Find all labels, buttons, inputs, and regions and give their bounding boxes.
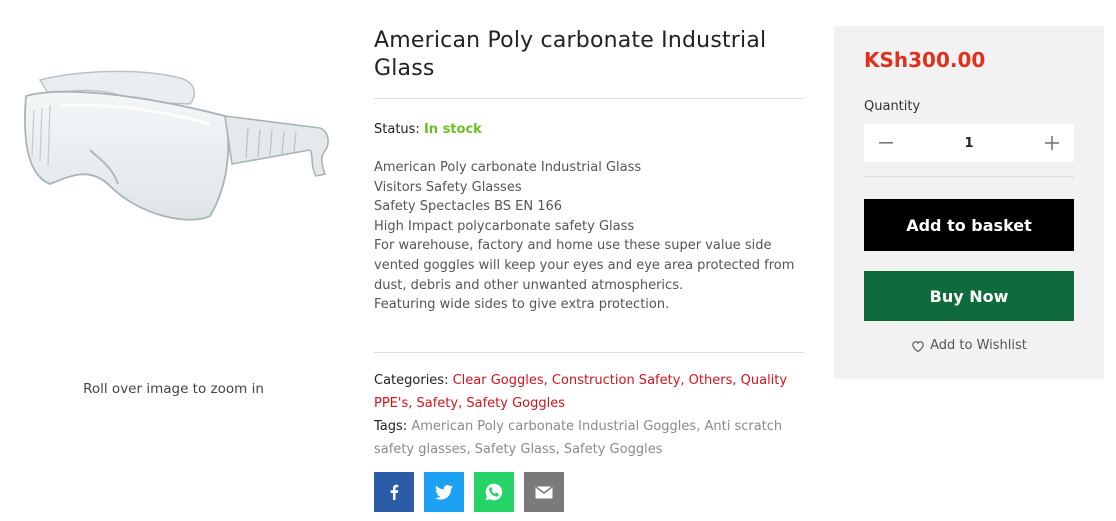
product-meta: Categories: Clear Goggles, Construction … bbox=[374, 369, 804, 461]
buybox-divider bbox=[864, 176, 1074, 177]
status-value: In stock bbox=[423, 122, 482, 137]
tag-link[interactable]: American Poly carbonate Industrial Goggl… bbox=[411, 419, 696, 434]
safety-glasses-image bbox=[24, 70, 329, 221]
share-buttons bbox=[374, 472, 564, 512]
stock-status: Status: In stock bbox=[374, 122, 482, 137]
share-whatsapp-button[interactable] bbox=[474, 472, 514, 512]
title-divider bbox=[374, 98, 804, 99]
buy-box: KSh300.00 Quantity 1 Add to basket Buy N… bbox=[834, 26, 1104, 379]
add-to-basket-button[interactable]: Add to basket bbox=[864, 199, 1074, 251]
plus-icon bbox=[1044, 136, 1059, 150]
quantity-increase-button[interactable] bbox=[1030, 124, 1074, 162]
category-link[interactable]: Clear Goggles bbox=[453, 373, 544, 388]
description-line: For warehouse, factory and home use thes… bbox=[374, 238, 795, 293]
categories-label: Categories: bbox=[374, 373, 449, 388]
email-icon bbox=[535, 485, 553, 498]
category-link[interactable]: Safety bbox=[417, 396, 459, 411]
category-link[interactable]: Others bbox=[689, 373, 733, 388]
whatsapp-icon bbox=[485, 483, 503, 501]
category-link[interactable]: Construction Safety bbox=[552, 373, 681, 388]
twitter-icon bbox=[435, 484, 453, 500]
product-description: American Poly carbonate Industrial Glass… bbox=[374, 158, 804, 315]
minus-icon bbox=[879, 142, 893, 144]
quantity-stepper: 1 bbox=[864, 124, 1074, 162]
share-twitter-button[interactable] bbox=[424, 472, 464, 512]
status-label: Status: bbox=[374, 122, 420, 137]
categories: Categories: Clear Goggles, Construction … bbox=[374, 373, 788, 411]
description-line: American Poly carbonate Industrial Glass bbox=[374, 160, 642, 175]
tag-link[interactable]: Safety Glass bbox=[475, 442, 556, 457]
zoom-hint: Roll over image to zoom in bbox=[83, 381, 264, 397]
buy-now-button[interactable]: Buy Now bbox=[864, 271, 1074, 321]
tags: Tags: American Poly carbonate Industrial… bbox=[374, 419, 783, 457]
tag-link[interactable]: Safety Goggles bbox=[564, 442, 663, 457]
wishlist-label: Add to Wishlist bbox=[930, 338, 1027, 353]
product-image[interactable] bbox=[20, 66, 338, 232]
description-line: Safety Spectacles BS EN 166 bbox=[374, 199, 563, 215]
product-details: American Poly carbonate Industrial Glass bbox=[374, 27, 804, 83]
product-title: American Poly carbonate Industrial Glass bbox=[374, 28, 767, 81]
quantity-label: Quantity bbox=[864, 99, 921, 114]
heart-icon bbox=[912, 340, 924, 352]
facebook-icon bbox=[390, 484, 399, 500]
quantity-input[interactable]: 1 bbox=[964, 136, 973, 151]
share-facebook-button[interactable] bbox=[374, 472, 414, 512]
product-price: KSh300.00 bbox=[864, 48, 986, 72]
description-line: Visitors Safety Glasses bbox=[374, 179, 522, 195]
tags-label: Tags: bbox=[374, 419, 408, 434]
share-email-button[interactable] bbox=[524, 472, 564, 512]
add-to-wishlist-link[interactable]: Add to Wishlist bbox=[864, 338, 1074, 353]
description-line: Featuring wide sides to give extra prote… bbox=[374, 297, 670, 313]
quantity-decrease-button[interactable] bbox=[864, 124, 908, 162]
meta-divider bbox=[374, 352, 804, 353]
category-link[interactable]: Safety Goggles bbox=[466, 396, 565, 411]
description-line: High Impact polycarbonate safety Glass bbox=[374, 218, 635, 234]
